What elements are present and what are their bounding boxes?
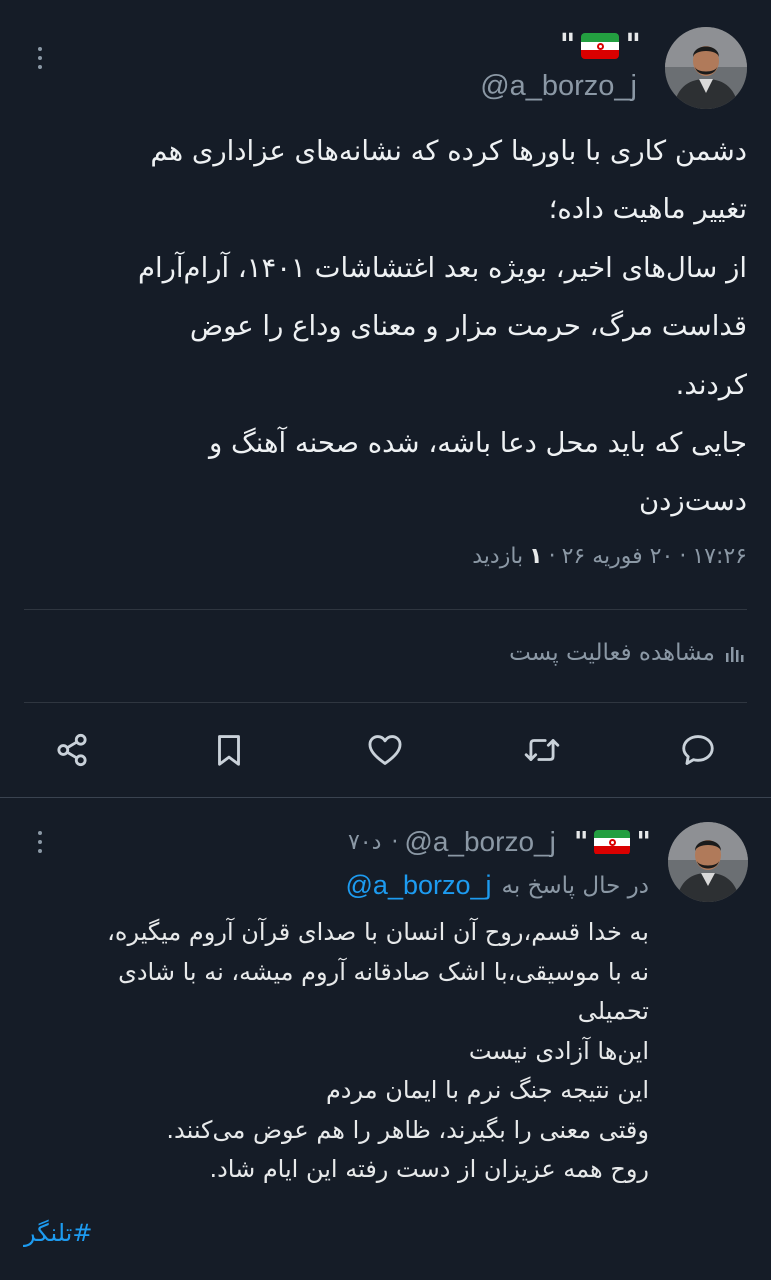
reply-text: به خدا قسم،روح آن انسان با صدای قرآن آرو… bbox=[107, 918, 649, 1183]
tweet-actions bbox=[50, 725, 720, 775]
avatar-photo bbox=[668, 822, 748, 902]
tweet-text: دشمن کاری با باورها کرده که نشانه‌های عز… bbox=[137, 135, 747, 518]
reply-header: ۷۰د · @a_borzo_j " " bbox=[344, 822, 651, 862]
user-handle[interactable]: @a_borzo_j bbox=[404, 826, 555, 858]
replying-to: در حال پاسخ به @a_borzo_j bbox=[346, 870, 649, 901]
iran-flag-icon bbox=[594, 829, 631, 855]
iran-flag-icon bbox=[581, 33, 620, 59]
retweet-icon bbox=[524, 739, 559, 761]
page: " " @a_borzo_j دشمن کاری با باورها کرده … bbox=[0, 0, 771, 1280]
more-options-icon[interactable] bbox=[30, 822, 50, 862]
reply-button[interactable] bbox=[676, 728, 720, 772]
meta-separator: · bbox=[679, 544, 687, 569]
like-button[interactable] bbox=[363, 728, 407, 772]
replying-to-mention[interactable]: @a_borzo_j bbox=[346, 870, 492, 901]
more-options-icon[interactable] bbox=[30, 38, 50, 78]
retweet-button[interactable] bbox=[520, 728, 564, 772]
main-tweet: " " @a_borzo_j دشمن کاری با باورها کرده … bbox=[0, 0, 771, 797]
share-button[interactable] bbox=[50, 728, 94, 772]
user-handle[interactable]: @a_borzo_j bbox=[480, 70, 637, 103]
avatar-photo bbox=[665, 27, 747, 109]
header-separator: · bbox=[391, 829, 399, 855]
display-name[interactable]: " " bbox=[560, 28, 641, 64]
tweet-time[interactable]: ۱۷:۲۶ bbox=[692, 544, 747, 569]
hashtag-link[interactable]: #تلنگر bbox=[24, 1219, 92, 1247]
view-post-activity-link[interactable]: مشاهده فعالیت پست bbox=[509, 640, 747, 666]
meta-separator: · bbox=[548, 544, 556, 569]
views-label: بازدید bbox=[472, 544, 524, 569]
divider bbox=[24, 609, 747, 610]
display-name-quote-close: " bbox=[625, 28, 641, 63]
tweet-meta: ۱۷:۲۶ · ۲۰ فوریه ۲۶ · ۱ بازدید bbox=[472, 544, 747, 569]
tweet-date[interactable]: ۲۰ فوریه ۲۶ bbox=[562, 544, 674, 569]
avatar[interactable] bbox=[668, 822, 748, 902]
replying-label: در حال پاسخ به bbox=[501, 872, 649, 899]
divider bbox=[24, 702, 747, 703]
bookmark-button[interactable] bbox=[207, 728, 251, 772]
display-name-quote-close[interactable]: " bbox=[636, 828, 651, 856]
share-icon bbox=[57, 733, 87, 767]
analytics-icon bbox=[726, 647, 744, 662]
bookmark-icon bbox=[217, 735, 240, 766]
reply-tweet: ۷۰د · @a_borzo_j " " در حال پاسخ به @a_b… bbox=[0, 798, 771, 1280]
like-icon bbox=[368, 735, 402, 765]
reply-icon bbox=[682, 735, 714, 765]
activity-label: مشاهده فعالیت پست bbox=[509, 640, 715, 666]
display-name-quote-open: " bbox=[559, 28, 576, 63]
display-name-quote-open[interactable]: " bbox=[574, 828, 589, 856]
views-count: ۱ bbox=[529, 544, 543, 569]
avatar[interactable] bbox=[665, 27, 747, 109]
reply-time[interactable]: ۷۰د bbox=[348, 830, 381, 855]
